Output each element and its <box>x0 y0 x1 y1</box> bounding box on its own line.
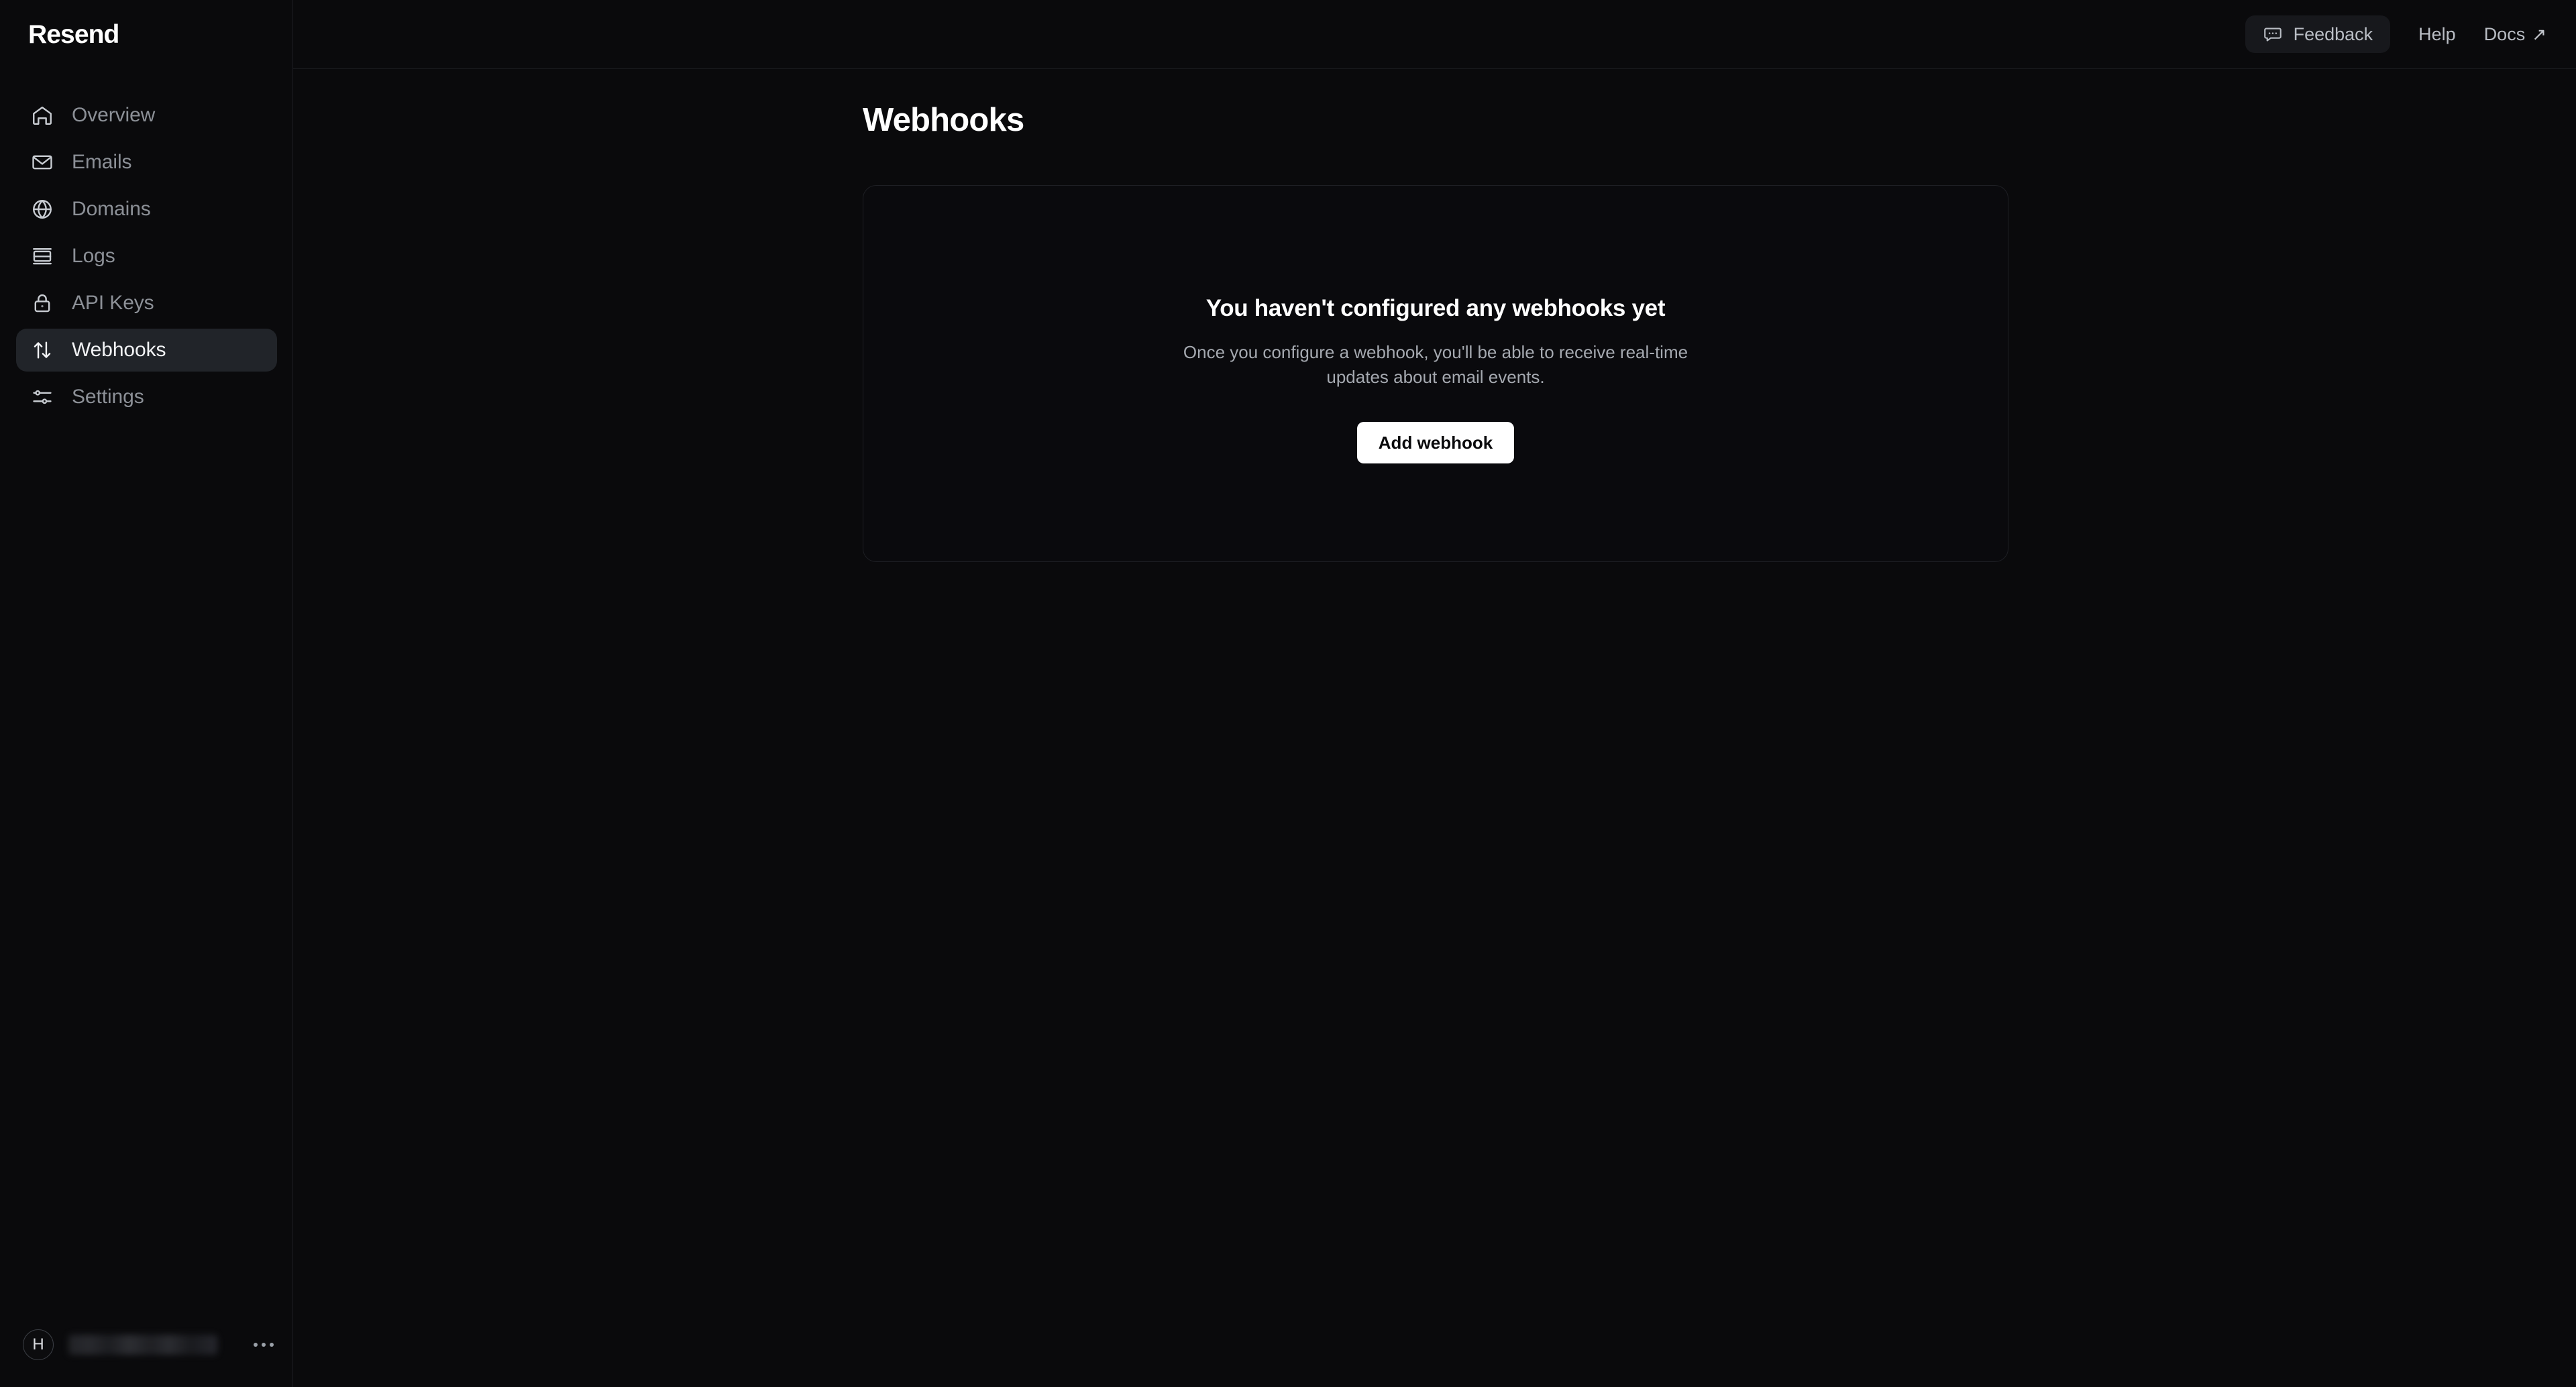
sidebar-item-label: API Keys <box>72 292 154 314</box>
sidebar-item-label: Settings <box>72 386 144 408</box>
sidebar-item-overview[interactable]: Overview <box>16 94 277 137</box>
logs-icon <box>31 245 54 268</box>
external-link-icon: ↗ <box>2532 24 2546 44</box>
sidebar-item-api-keys[interactable]: API Keys <box>16 282 277 325</box>
sidebar-item-settings[interactable]: Settings <box>16 376 277 419</box>
sliders-icon <box>31 386 54 408</box>
brand-wordmark: Resend <box>28 19 119 49</box>
empty-state-description: Once you configure a webhook, you'll be … <box>1183 342 1688 387</box>
sidebar-item-emails[interactable]: Emails <box>16 141 277 184</box>
dot <box>270 1343 274 1347</box>
topbar: Feedback Help Docs ↗ <box>293 0 2576 69</box>
globe-icon <box>31 198 54 221</box>
dot <box>262 1343 266 1347</box>
sidebar: Resend Overview Emails Domains Logs API … <box>0 0 293 1387</box>
sidebar-item-label: Overview <box>72 104 156 126</box>
add-webhook-button[interactable]: Add webhook <box>1356 421 1515 463</box>
sidebar-item-logs[interactable]: Logs <box>16 235 277 278</box>
app-root: Resend Overview Emails Domains Logs API … <box>0 0 2576 1387</box>
avatar-initial: H <box>32 1335 44 1353</box>
arrows-up-down-icon <box>31 339 54 362</box>
lock-icon <box>31 292 54 315</box>
brand-logo[interactable]: Resend <box>28 19 119 50</box>
sidebar-item-label: Webhooks <box>72 339 166 361</box>
sidebar-nav: Overview Emails Domains Logs API Keys We… <box>0 94 293 423</box>
help-label: Help <box>2418 23 2456 44</box>
empty-state: You haven't configured any webhooks yet … <box>863 296 2008 463</box>
sidebar-item-label: Emails <box>72 151 132 173</box>
sidebar-item-label: Domains <box>72 198 151 220</box>
docs-label: Docs <box>2483 23 2526 44</box>
sidebar-item-webhooks[interactable]: Webhooks <box>16 329 277 372</box>
user-menu-button[interactable] <box>250 1331 278 1359</box>
avatar: H <box>23 1329 54 1360</box>
sidebar-user-row[interactable]: H <box>23 1324 278 1366</box>
webhooks-card: You haven't configured any webhooks yet … <box>863 185 2008 562</box>
feedback-button[interactable]: Feedback <box>2245 15 2391 53</box>
empty-state-title: You haven't configured any webhooks yet <box>1205 295 1666 321</box>
user-name-redacted <box>68 1335 217 1355</box>
speech-bubble-icon <box>2263 24 2283 44</box>
sidebar-item-label: Logs <box>72 245 115 267</box>
home-icon <box>31 104 54 127</box>
sidebar-item-domains[interactable]: Domains <box>16 188 277 231</box>
docs-link[interactable]: Docs ↗ <box>2484 17 2546 52</box>
feedback-label: Feedback <box>2293 23 2373 44</box>
page-title: Webhooks <box>863 102 1024 138</box>
help-link[interactable]: Help <box>2418 17 2456 52</box>
main-area: Feedback Help Docs ↗ Webhooks You haven'… <box>293 0 2576 1387</box>
dot <box>254 1343 258 1347</box>
envelope-icon <box>31 151 54 174</box>
